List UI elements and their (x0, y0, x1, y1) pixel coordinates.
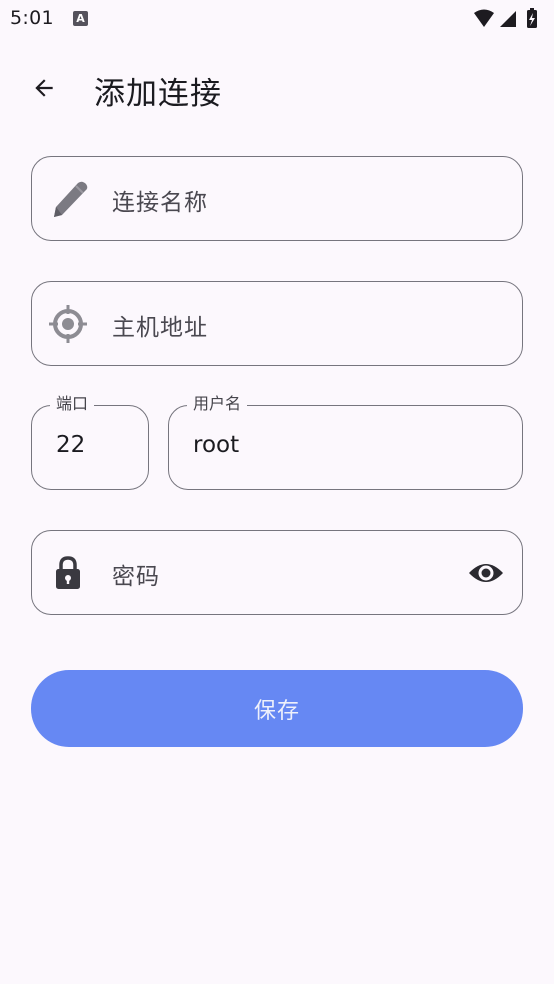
wifi-icon (474, 9, 494, 27)
host-field[interactable]: 主机地址 (31, 281, 523, 366)
signal-icons (474, 8, 537, 28)
password-field[interactable]: 密码 (31, 530, 523, 615)
app-bar: 添加连接 (0, 48, 554, 126)
password-placeholder: 密码 (112, 564, 160, 590)
status-time: 5:01 (10, 7, 54, 29)
toggle-password-visibility-button[interactable] (464, 551, 508, 595)
eye-icon (469, 564, 503, 582)
connection-name-field[interactable]: 连接名称 (31, 156, 523, 241)
page-title: 添加连接 (94, 76, 222, 112)
status-bar: 5:01 A (0, 0, 554, 38)
pencil-icon (46, 177, 90, 221)
host-placeholder: 主机地址 (112, 315, 208, 341)
lock-icon (46, 551, 90, 595)
username-value: root (193, 432, 240, 458)
crosshair-icon (46, 302, 90, 346)
port-value: 22 (56, 432, 86, 458)
status-icons (472, 8, 544, 30)
port-field[interactable]: 端口 22 (31, 393, 149, 490)
back-button[interactable] (22, 66, 66, 110)
save-button[interactable]: 保存 (31, 670, 523, 747)
keyboard-a-icon: A (73, 11, 88, 26)
port-label: 端口 (50, 393, 95, 415)
a-icon-letter: A (76, 12, 85, 25)
username-label: 用户名 (187, 393, 248, 415)
username-field[interactable]: 用户名 root (168, 393, 523, 490)
connection-name-placeholder: 连接名称 (112, 190, 208, 216)
arrow-back-icon (35, 79, 53, 97)
cell-signal-icon (500, 11, 516, 27)
